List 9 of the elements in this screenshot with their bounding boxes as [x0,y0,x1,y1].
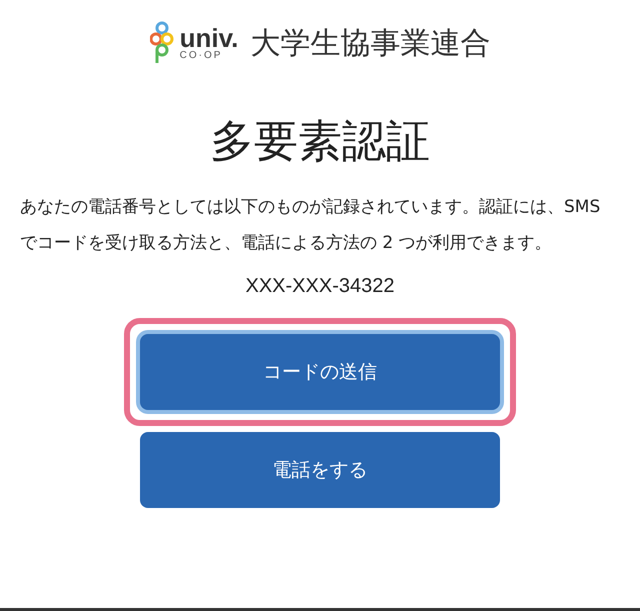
logo-wordmark: univ. [180,25,238,51]
logo-subtext: CO·OP [180,51,224,61]
page-title: 多要素認証 [210,116,430,169]
action-button[interactable]: コードの送信 [140,334,500,410]
description-text: あなたの電話番号としては以下のものが記録されています。認証には、SMS でコードを受け取る方法と、電話による方法の 2 つが利用できます。 [20,196,602,255]
logo-mark-icon [150,21,174,65]
organization-name: 大学生協事業連合 [250,24,490,62]
phone-number: XXX-XXX-34322 [246,274,394,298]
action-button[interactable]: 電話をする [140,432,500,508]
